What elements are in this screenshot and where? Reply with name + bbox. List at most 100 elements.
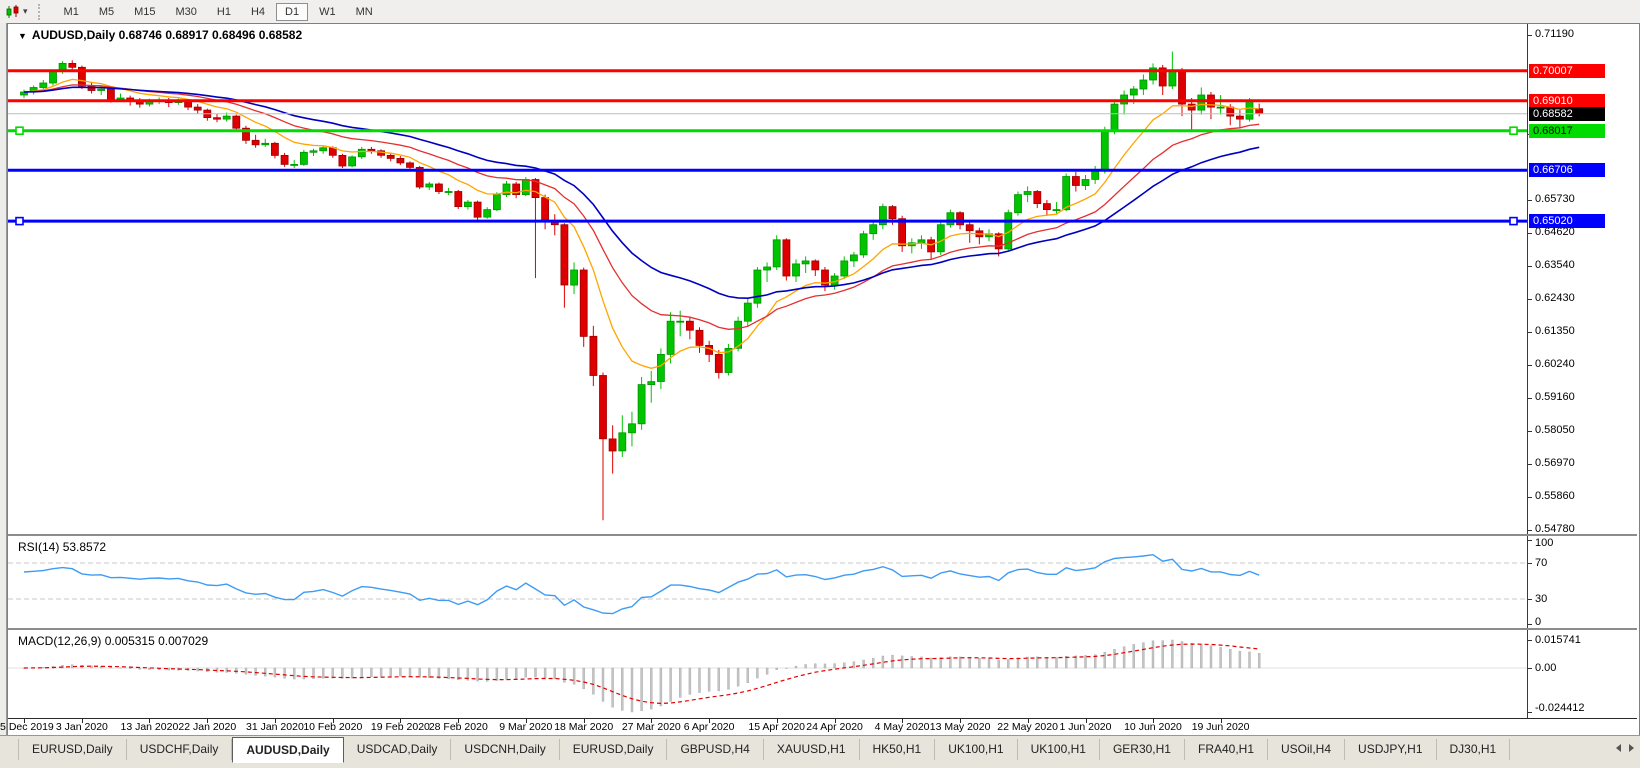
rsi-line <box>24 555 1259 614</box>
tab-scroll-left-icon[interactable] <box>1616 744 1621 752</box>
mt4-window: ▾ M1M5M15M30H1H4D1W1MN ▼ AUDUSD,Daily 0.6… <box>0 0 1640 768</box>
price-tick-label: 0.65730 <box>1535 193 1575 205</box>
timeframe-button-M5[interactable]: M5 <box>90 3 123 21</box>
rsi-label: RSI(14) 53.8572 <box>18 540 106 554</box>
ma-slow-line[interactable] <box>24 87 1259 298</box>
rsi-tick-label: 70 <box>1535 557 1547 569</box>
macd-label: MACD(12,26,9) 0.005315 0.007029 <box>18 634 208 648</box>
horizontal-line-0.65020[interactable] <box>8 218 1527 225</box>
macd-axis[interactable]: 0.015741 0.00 -0.024412 <box>1527 630 1638 718</box>
chart-type-dropdown-caret-icon[interactable]: ▾ <box>23 6 28 17</box>
chart-window: ▼ AUDUSD,Daily 0.68746 0.68917 0.68496 0.… <box>7 23 1640 737</box>
timeframe-toolbar: ▾ M1M5M15M30H1H4D1W1MN <box>0 0 1640 24</box>
chart-tab-USDCHF,Daily[interactable]: USDCHF,Daily <box>127 739 233 760</box>
timeframe-button-D1[interactable]: D1 <box>276 3 308 21</box>
candlestick-chart-icon[interactable] <box>3 4 23 20</box>
timeframe-buttons: M1M5M15M30H1H4D1W1MN <box>54 3 383 21</box>
timeframe-button-MN[interactable]: MN <box>347 3 382 21</box>
axis-tick <box>1528 640 1532 641</box>
chart-tab-GER30,H1[interactable]: GER30,H1 <box>1100 739 1185 760</box>
axis-tick <box>1528 530 1532 531</box>
chart-tab-AUDUSD,Daily[interactable]: AUDUSD,Daily <box>232 737 343 763</box>
symbol-dropdown-icon[interactable]: ▼ <box>18 31 27 41</box>
price-tick-label: 0.63540 <box>1535 259 1575 271</box>
chart-tab-FRA40,H1[interactable]: FRA40,H1 <box>1185 739 1268 760</box>
axis-tick <box>1528 299 1532 300</box>
price-tick-label: 0.61350 <box>1535 325 1575 337</box>
price-tick-label: 0.55860 <box>1535 490 1575 502</box>
price-badge-0.70007: 0.70007 <box>1529 64 1605 78</box>
macd-plot[interactable] <box>8 630 1527 718</box>
price-tick-label: 0.71190 <box>1535 28 1574 40</box>
chart-tab-USDJPY,H1[interactable]: USDJPY,H1 <box>1345 739 1436 760</box>
line-handle[interactable] <box>16 127 23 134</box>
axis-tick <box>1528 431 1532 432</box>
left-splitter[interactable] <box>0 23 7 768</box>
axis-tick <box>1528 563 1532 564</box>
rsi-axis[interactable]: 100 70 30 0 <box>1527 536 1638 628</box>
macd-tick-label: 0.015741 <box>1535 634 1581 646</box>
price-badge-0.65020: 0.65020 <box>1529 214 1605 228</box>
rsi-plot[interactable] <box>8 536 1527 628</box>
macd-pane: MACD(12,26,9) 0.005315 0.007029 0.015741… <box>8 628 1637 720</box>
axis-tick <box>1528 365 1532 366</box>
chart-tab-XAUUSD,H1[interactable]: XAUUSD,H1 <box>764 739 860 760</box>
price-axis[interactable]: 0.711900.679200.657300.646200.635400.624… <box>1527 24 1638 534</box>
price-tick-label: 0.59160 <box>1535 391 1575 403</box>
tab-scroll-right-icon[interactable] <box>1629 744 1634 752</box>
timeframe-button-H1[interactable]: H1 <box>208 3 240 21</box>
timeframe-button-M1[interactable]: M1 <box>55 3 88 21</box>
axis-tick <box>1528 497 1532 498</box>
chart-tab-HK50,H1[interactable]: HK50,H1 <box>860 739 936 760</box>
axis-tick <box>1528 624 1532 625</box>
main-chart-pane: ▼ AUDUSD,Daily 0.68746 0.68917 0.68496 0.… <box>8 24 1637 534</box>
line-handle[interactable] <box>16 218 23 225</box>
axis-tick <box>1528 266 1532 267</box>
price-tick-label: 0.58050 <box>1535 424 1575 436</box>
chart-tab-USDCNH,Daily[interactable]: USDCNH,Daily <box>451 739 559 760</box>
ma-fast-line[interactable] <box>24 79 1259 368</box>
timeframe-button-H4[interactable]: H4 <box>242 3 274 21</box>
symbol-tabbar: EURUSD,DailyUSDCHF,DailyAUDUSD,DailyUSDC… <box>0 735 1640 768</box>
price-badge-0.68017: 0.68017 <box>1529 124 1605 138</box>
chart-title: ▼ AUDUSD,Daily 0.68746 0.68917 0.68496 0.… <box>18 28 302 42</box>
toolbar-grip[interactable] <box>38 4 44 20</box>
line-handle[interactable] <box>1510 218 1517 225</box>
price-badge-0.68582: 0.68582 <box>1529 107 1605 121</box>
chart-tab-UK100,H1[interactable]: UK100,H1 <box>1018 739 1100 760</box>
time-axis[interactable]: 25 Dec 2019 3 Jan 2020 13 Jan 2020 22 Ja… <box>8 718 1637 735</box>
chart-tab-GBPUSD,H4[interactable]: GBPUSD,H4 <box>667 739 763 760</box>
timeframe-button-M15[interactable]: M15 <box>125 3 164 21</box>
chart-tab-EURUSD,Daily[interactable]: EURUSD,Daily <box>560 739 668 760</box>
price-tick-label: 0.62430 <box>1535 292 1575 304</box>
line-handle[interactable] <box>1510 127 1517 134</box>
axis-tick <box>1528 233 1532 234</box>
chart-title-text: AUDUSD,Daily 0.68746 0.68917 0.68496 0.6… <box>32 28 302 42</box>
symbol-tabs: EURUSD,DailyUSDCHF,DailyAUDUSD,DailyUSDC… <box>18 736 1510 763</box>
chart-tab-USOil,H4[interactable]: USOil,H4 <box>1268 739 1345 760</box>
macd-tick-label: -0.024412 <box>1535 702 1585 714</box>
rsi-pane: RSI(14) 53.8572 100 70 30 0 <box>8 534 1637 630</box>
timeframe-button-M30[interactable]: M30 <box>167 3 206 21</box>
ma-medium-line[interactable] <box>24 85 1259 329</box>
rsi-tick-label: 30 <box>1535 593 1547 605</box>
price-badge-0.66706: 0.66706 <box>1529 163 1605 177</box>
rsi-value: 53.8572 <box>63 540 106 554</box>
price-badge-0.69010: 0.69010 <box>1529 94 1605 108</box>
chart-tab-USDCAD,Daily[interactable]: USDCAD,Daily <box>344 739 452 760</box>
axis-tick <box>1528 332 1532 333</box>
chart-tab-DJ30,H1[interactable]: DJ30,H1 <box>1437 739 1511 760</box>
axis-tick <box>1528 540 1532 541</box>
timeframe-button-W1[interactable]: W1 <box>310 3 345 21</box>
axis-tick <box>1528 712 1532 713</box>
macd-value: 0.005315 0.007029 <box>105 634 208 648</box>
chart-tab-UK100,H1[interactable]: UK100,H1 <box>935 739 1017 760</box>
price-tick-label: 0.60240 <box>1535 358 1575 370</box>
price-chart-plot[interactable] <box>8 24 1527 534</box>
rsi-tick-label: 0 <box>1535 616 1541 628</box>
axis-tick <box>1528 464 1532 465</box>
axis-tick <box>1528 35 1532 36</box>
date-label: 19 Jun 2020 <box>1179 721 1263 733</box>
tab-scroll-buttons <box>1616 744 1634 752</box>
chart-tab-EURUSD,Daily[interactable]: EURUSD,Daily <box>18 739 127 760</box>
